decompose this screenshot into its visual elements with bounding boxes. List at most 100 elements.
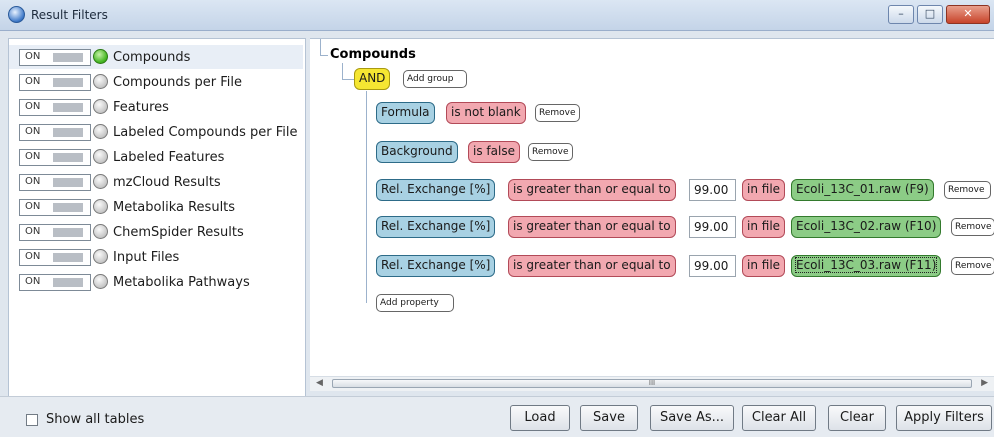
on-off-toggle[interactable]: ON <box>19 99 91 116</box>
add-property-button[interactable]: Add property <box>376 294 454 312</box>
clear-button[interactable]: Clear <box>828 405 886 431</box>
tree-connector <box>342 63 343 79</box>
status-led-icon <box>93 74 108 89</box>
toggle-label: ON <box>25 276 41 287</box>
status-led-icon <box>93 49 108 64</box>
condition-operator[interactable]: is not blank <box>446 102 526 124</box>
logic-operator-and[interactable]: AND <box>354 68 391 90</box>
remove-condition-button[interactable]: Remove <box>535 104 580 122</box>
app-icon <box>8 6 25 23</box>
toggle-label: ON <box>25 51 41 62</box>
status-led-icon <box>93 224 108 239</box>
file-selector-text: Ecoli_13C_03.raw (F11) <box>794 257 938 273</box>
toggle-label: ON <box>25 251 41 262</box>
minimize-button[interactable]: – <box>888 5 914 24</box>
in-file-label[interactable]: in file <box>742 179 786 201</box>
toggle-label: ON <box>25 151 41 162</box>
show-all-tables-checkbox[interactable] <box>26 414 38 426</box>
save-button[interactable]: Save <box>580 405 638 431</box>
on-off-toggle[interactable]: ON <box>19 49 91 66</box>
clear-all-button[interactable]: Clear All <box>742 405 816 431</box>
on-off-toggle[interactable]: ON <box>19 149 91 166</box>
condition-property[interactable]: Formula <box>376 102 435 124</box>
remove-condition-button[interactable]: Remove <box>951 257 994 275</box>
tree-connector <box>320 55 328 56</box>
footer-bar: Show all tables Load Save Save As... Cle… <box>0 396 994 437</box>
remove-condition-button[interactable]: Remove <box>944 181 991 199</box>
filter-item-label: ChemSpider Results <box>113 225 244 240</box>
horizontal-scrollbar[interactable]: ◀ III ▶ <box>310 376 994 391</box>
on-off-toggle[interactable]: ON <box>19 74 91 91</box>
file-selector[interactable]: Ecoli_13C_03.raw (F11) <box>791 255 942 277</box>
condition-property[interactable]: Background <box>376 141 458 163</box>
filter-item-label: Compounds per File <box>113 75 243 90</box>
scroll-right-icon[interactable]: ▶ <box>981 378 988 388</box>
on-off-toggle[interactable]: ON <box>19 224 91 241</box>
filter-editor: Compounds AND Add group Formula is not b… <box>310 38 994 385</box>
status-led-icon <box>93 274 108 289</box>
status-led-icon <box>93 174 108 189</box>
condition-operator[interactable]: is false <box>468 141 520 163</box>
status-led-icon <box>93 99 108 114</box>
file-selector[interactable]: Ecoli_13C_01.raw (F9) <box>791 179 934 201</box>
filter-item-features[interactable]: ON Features <box>9 95 303 119</box>
apply-filters-button[interactable]: Apply Filters <box>896 405 992 431</box>
in-file-label[interactable]: in file <box>742 216 786 238</box>
filter-item-label: Metabolika Results <box>113 200 236 215</box>
load-button[interactable]: Load <box>510 405 570 431</box>
filter-item-compounds[interactable]: ON Compounds <box>9 45 303 69</box>
save-as-button[interactable]: Save As... <box>650 405 734 431</box>
status-led-icon <box>93 199 108 214</box>
condition-property[interactable]: Rel. Exchange [%] <box>376 216 496 238</box>
condition-property[interactable]: Rel. Exchange [%] <box>376 255 496 277</box>
on-off-toggle[interactable]: ON <box>19 174 91 191</box>
condition-operator[interactable]: is greater than or equal to <box>508 179 676 201</box>
scrollbar-thumb[interactable]: III <box>332 379 972 388</box>
on-off-toggle[interactable]: ON <box>19 274 91 291</box>
toggle-label: ON <box>25 201 41 212</box>
on-off-toggle[interactable]: ON <box>19 249 91 266</box>
status-led-icon <box>93 124 108 139</box>
tree-connector <box>320 39 321 55</box>
toggle-label: ON <box>25 76 41 87</box>
in-file-label[interactable]: in file <box>742 255 786 277</box>
toggle-label: ON <box>25 101 41 112</box>
filter-item-label: Labeled Features <box>113 150 225 165</box>
window-title: Result Filters <box>31 8 108 22</box>
filter-item-label: Compounds <box>113 50 191 65</box>
filter-item-compounds-per-file[interactable]: ON Compounds per File <box>9 70 303 94</box>
condition-operator[interactable]: is greater than or equal to <box>508 216 676 238</box>
tree-connector <box>342 79 354 80</box>
toggle-label: ON <box>25 126 41 137</box>
condition-value-input[interactable]: 99.00 <box>689 255 736 277</box>
filter-item-label: Labeled Compounds per File <box>113 125 298 140</box>
toggle-label: ON <box>25 176 41 187</box>
scroll-left-icon[interactable]: ◀ <box>316 378 323 388</box>
close-button[interactable]: ✕ <box>946 5 990 24</box>
filter-item-labeled-compounds-per-file[interactable]: ON Labeled Compounds per File <box>9 120 303 144</box>
condition-property[interactable]: Rel. Exchange [%] <box>376 179 496 201</box>
filter-item-mzcloud-results[interactable]: ON mzCloud Results <box>9 170 303 194</box>
filter-item-input-files[interactable]: ON Input Files <box>9 245 303 269</box>
on-off-toggle[interactable]: ON <box>19 124 91 141</box>
file-selector[interactable]: Ecoli_13C_02.raw (F10) <box>791 216 942 238</box>
filter-item-label: mzCloud Results <box>113 175 221 190</box>
condition-value-input[interactable]: 99.00 <box>689 179 736 201</box>
condition-operator[interactable]: is greater than or equal to <box>508 255 676 277</box>
add-group-button[interactable]: Add group <box>403 70 467 88</box>
condition-value-input[interactable]: 99.00 <box>689 216 736 238</box>
filter-item-labeled-features[interactable]: ON Labeled Features <box>9 145 303 169</box>
filter-group-title: Compounds <box>330 47 416 62</box>
window-titlebar: Result Filters – □ ✕ <box>0 0 994 31</box>
filter-item-chemspider-results[interactable]: ON ChemSpider Results <box>9 220 303 244</box>
status-led-icon <box>93 249 108 264</box>
on-off-toggle[interactable]: ON <box>19 199 91 216</box>
filter-item-metabolika-pathways[interactable]: ON Metabolika Pathways <box>9 270 303 294</box>
remove-condition-button[interactable]: Remove <box>951 218 994 236</box>
remove-condition-button[interactable]: Remove <box>528 143 573 161</box>
filter-item-metabolika-results[interactable]: ON Metabolika Results <box>9 195 303 219</box>
filter-item-label: Features <box>113 100 169 115</box>
status-led-icon <box>93 149 108 164</box>
maximize-button[interactable]: □ <box>917 5 943 24</box>
filter-item-label: Metabolika Pathways <box>113 275 250 290</box>
